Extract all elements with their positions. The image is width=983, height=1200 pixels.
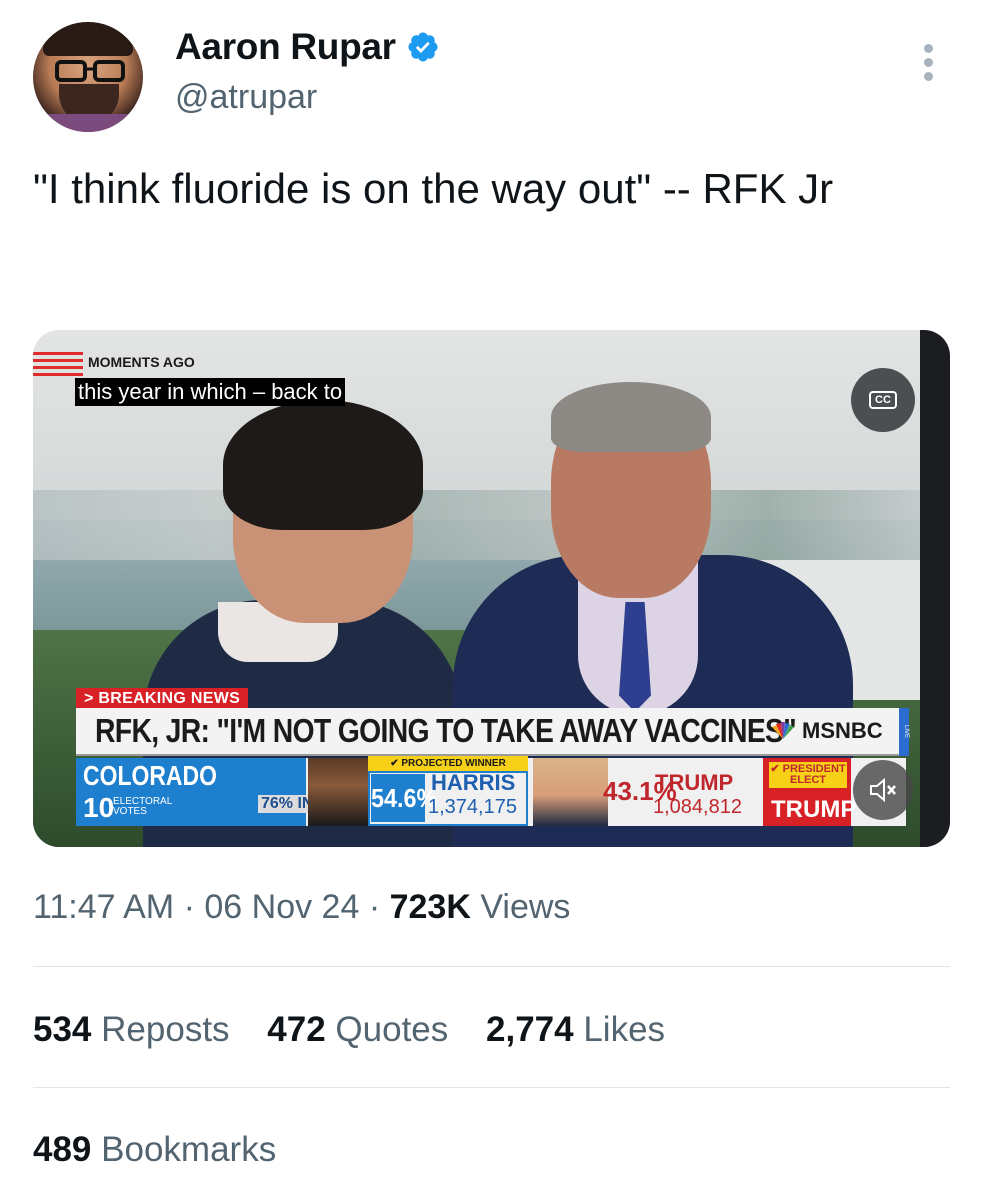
tweet-meta: 11:47 AM · 06 Nov 24 · 723K Views	[33, 888, 570, 927]
mute-icon[interactable]	[853, 760, 913, 820]
tweet-date[interactable]: 06 Nov 24	[204, 888, 359, 926]
harris-percent: 54.6%	[371, 774, 437, 822]
author-name-row[interactable]: Aaron Rupar	[175, 26, 440, 68]
interviewer-hair	[223, 400, 423, 530]
president-elect-label: ✔ PRESIDENT ELECT	[769, 762, 847, 788]
likes-stat[interactable]: 2,774 Likes	[486, 1010, 665, 1049]
views-label[interactable]: Views	[480, 888, 570, 926]
author-handle[interactable]: @atrupar	[175, 78, 317, 117]
network-logo: MSNBC	[768, 718, 883, 744]
author-name[interactable]: Aaron Rupar	[175, 26, 396, 68]
closed-caption-text: this year in which – back to	[75, 378, 346, 406]
video-player[interactable]: MOMENTS AGO this year in which – back to…	[33, 330, 950, 847]
meta-separator: ·	[183, 888, 195, 926]
president-elect-name: TRUMP	[771, 796, 857, 823]
network-name: MSNBC	[802, 718, 883, 743]
interviewee-hair	[551, 382, 711, 452]
projected-winner-label: ✔ PROJECTED WINNER	[368, 756, 528, 771]
views-count[interactable]: 723K	[390, 888, 471, 926]
moments-ago-label: MOMENTS AGO	[88, 354, 195, 370]
quotes-stat[interactable]: 472 Quotes	[267, 1010, 458, 1049]
divider	[33, 1087, 950, 1088]
state-name: COLORADO	[83, 760, 217, 791]
trump-votes: 1,084,812	[653, 796, 742, 818]
divider	[33, 966, 950, 967]
likes-label: Likes	[583, 1010, 666, 1049]
bookmarks-count: 489	[33, 1130, 92, 1169]
harris-name: HARRIS	[431, 770, 516, 795]
trump-photo	[533, 758, 608, 826]
verified-badge-icon	[408, 32, 438, 62]
trump-name: TRUMP	[655, 770, 734, 795]
breaking-news-label: > BREAKING NEWS	[76, 688, 249, 710]
harris-votes: 1,374,175	[428, 796, 517, 818]
chyron-headline: RFK, JR: "I'M NOT GOING TO TAKE AWAY VAC…	[95, 712, 797, 749]
video-right-edge	[920, 330, 950, 847]
reposts-stat[interactable]: 534 Reposts	[33, 1010, 239, 1049]
quotes-count: 472	[267, 1010, 326, 1049]
quotes-label: Quotes	[335, 1010, 449, 1049]
peacock-icon	[772, 722, 794, 739]
tweet-time[interactable]: 11:47 AM	[33, 888, 174, 926]
likes-count: 2,774	[486, 1010, 574, 1049]
speaker-muted-icon	[870, 777, 896, 803]
avatar-glasses	[55, 60, 125, 82]
reposts-label: Reposts	[101, 1010, 230, 1049]
avatar-hair	[43, 22, 133, 56]
more-vertical-icon[interactable]	[918, 44, 938, 84]
bookmarks-stat[interactable]: 489 Bookmarks	[33, 1130, 276, 1170]
electoral-label: ELECTORAL VOTES	[113, 796, 172, 817]
avatar-shirt	[43, 114, 133, 132]
meta-separator: ·	[368, 888, 381, 926]
bookmarks-label: Bookmarks	[101, 1130, 277, 1169]
author-avatar[interactable]	[33, 22, 143, 132]
live-tag: LIVE	[899, 708, 909, 756]
tweet-text: "I think fluoride is on the way out" -- …	[33, 165, 834, 212]
engagement-stats: 534 Reposts 472 Quotes 2,774 Likes	[33, 1010, 693, 1050]
cc-button[interactable]: CC	[851, 368, 915, 432]
harris-photo	[308, 758, 368, 826]
electoral-votes: 10	[83, 792, 115, 823]
cc-icon: CC	[869, 391, 897, 409]
reposts-count: 534	[33, 1010, 92, 1049]
